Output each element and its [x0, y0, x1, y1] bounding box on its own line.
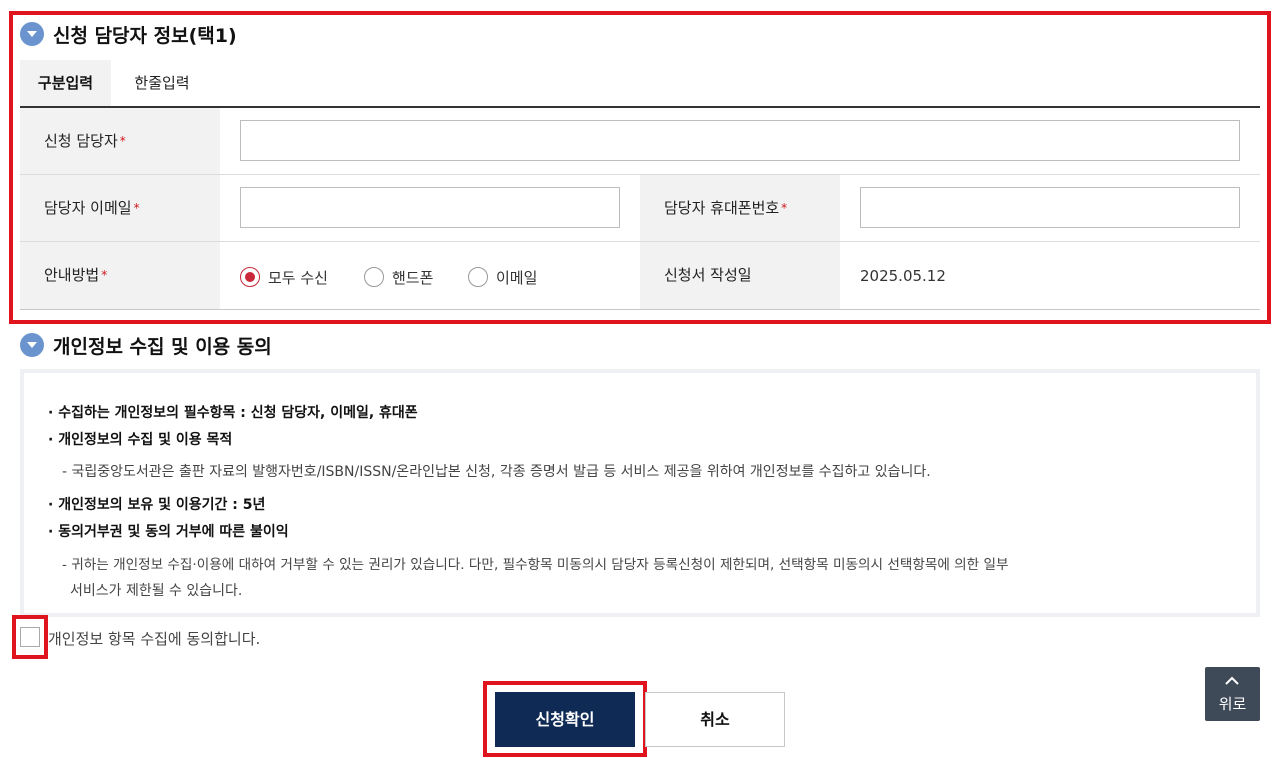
section-title-privacy-consent: 개인정보 수집 및 이용 동의: [53, 336, 272, 358]
section-toggle-icon: [20, 22, 44, 46]
email-input[interactable]: [240, 187, 620, 228]
required-mark: *: [133, 201, 140, 215]
notice-retention: · 개인정보의 보유 및 이용기간 : 5년: [48, 497, 266, 513]
label-notify-method: 안내방법 *: [20, 242, 220, 309]
agree-checkbox-label[interactable]: 개인정보 항목 수집에 동의합니다.: [48, 628, 260, 649]
label-email: 담당자 이메일 *: [20, 175, 220, 241]
notice-purpose-text: - 국립중앙도서관은 출판 자료의 발행자번호/ISBN/ISSN/온라인납본 …: [62, 464, 931, 480]
phone-input[interactable]: [860, 187, 1240, 228]
radio-email-label[interactable]: 이메일: [496, 267, 537, 288]
application-date-value: 2025.05.12: [860, 267, 946, 285]
manager-name-input[interactable]: [240, 120, 1240, 161]
notice-refusal-text-cont: 서비스가 제한될 수 있습니다.: [70, 583, 243, 599]
radio-phone[interactable]: [364, 267, 384, 287]
section-toggle-icon: [20, 333, 44, 357]
notice-refusal-text: - 귀하는 개인정보 수집·이용에 대하여 거부할 수 있는 권리가 있습니다.…: [62, 557, 1009, 573]
chevron-up-icon: [1225, 676, 1239, 685]
radio-email[interactable]: [468, 267, 488, 287]
section-title-manager-info: 신청 담당자 정보(택1): [53, 25, 237, 47]
radio-phone-label[interactable]: 핸드폰: [392, 267, 433, 288]
required-mark: *: [781, 201, 788, 215]
submit-button[interactable]: 신청확인: [495, 692, 635, 747]
scroll-to-top-button[interactable]: 위로: [1205, 667, 1260, 721]
table-bottom-border: [20, 309, 1260, 310]
label-application-date: 신청서 작성일: [640, 242, 840, 309]
tab-single-line-input[interactable]: 한줄입력: [111, 60, 213, 106]
notice-required-items: · 수집하는 개인정보의 필수항목 : 신청 담당자, 이메일, 휴대폰: [48, 405, 418, 421]
agree-checkbox[interactable]: [20, 627, 40, 647]
required-mark: *: [119, 134, 126, 148]
notice-refusal-heading: · 동의거부권 및 동의 거부에 따른 불이익: [48, 524, 289, 540]
notice-purpose-heading: · 개인정보의 수집 및 이용 목적: [48, 432, 233, 448]
required-mark: *: [101, 268, 108, 282]
label-phone: 담당자 휴대폰번호 *: [640, 175, 840, 241]
cancel-button[interactable]: 취소: [645, 692, 785, 747]
label-manager: 신청 담당자 *: [20, 108, 220, 174]
privacy-notice-box: · 수집하는 개인정보의 필수항목 : 신청 담당자, 이메일, 휴대폰 · 개…: [20, 369, 1260, 617]
radio-all-label[interactable]: 모두 수신: [268, 267, 328, 288]
radio-all[interactable]: [240, 267, 260, 287]
scroll-to-top-label: 위로: [1218, 695, 1247, 713]
tab-separate-input[interactable]: 구분입력: [20, 60, 111, 106]
